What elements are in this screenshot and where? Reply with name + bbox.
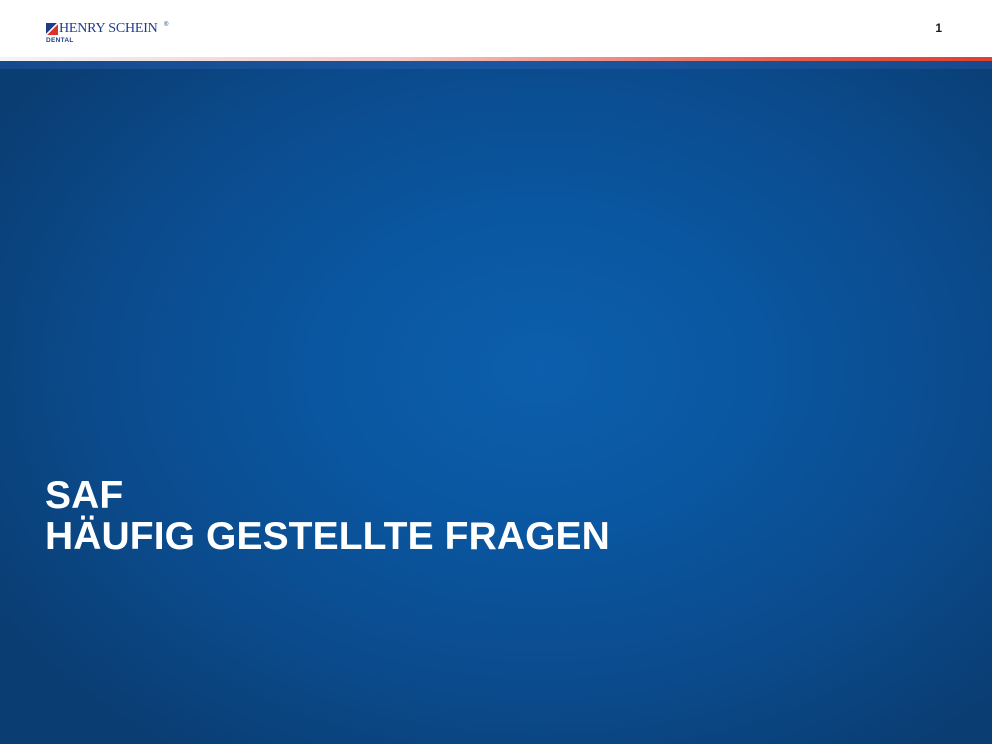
presentation-slide: HENRY SCHEIN ® DENTAL 1 SAF HÄUFIG GESTE… [0, 0, 992, 744]
header-blue-band [0, 61, 992, 69]
slide-title-line-2: HÄUFIG GESTELLTE FRAGEN [45, 515, 610, 558]
slide-title-line-1: SAF [45, 474, 124, 517]
henry-schein-logo: HENRY SCHEIN ® DENTAL [46, 21, 186, 47]
slide-content-background [0, 69, 992, 744]
logo-subtitle: DENTAL [46, 37, 74, 44]
henry-schein-logo-icon [46, 23, 58, 35]
slide-header: HENRY SCHEIN ® DENTAL 1 [0, 0, 992, 59]
logo-registered-mark: ® [164, 22, 169, 28]
page-number: 1 [935, 21, 942, 35]
logo-wordmark: HENRY SCHEIN [59, 21, 158, 36]
slide-title: SAF HÄUFIG GESTELLTE FRAGEN [45, 475, 610, 557]
